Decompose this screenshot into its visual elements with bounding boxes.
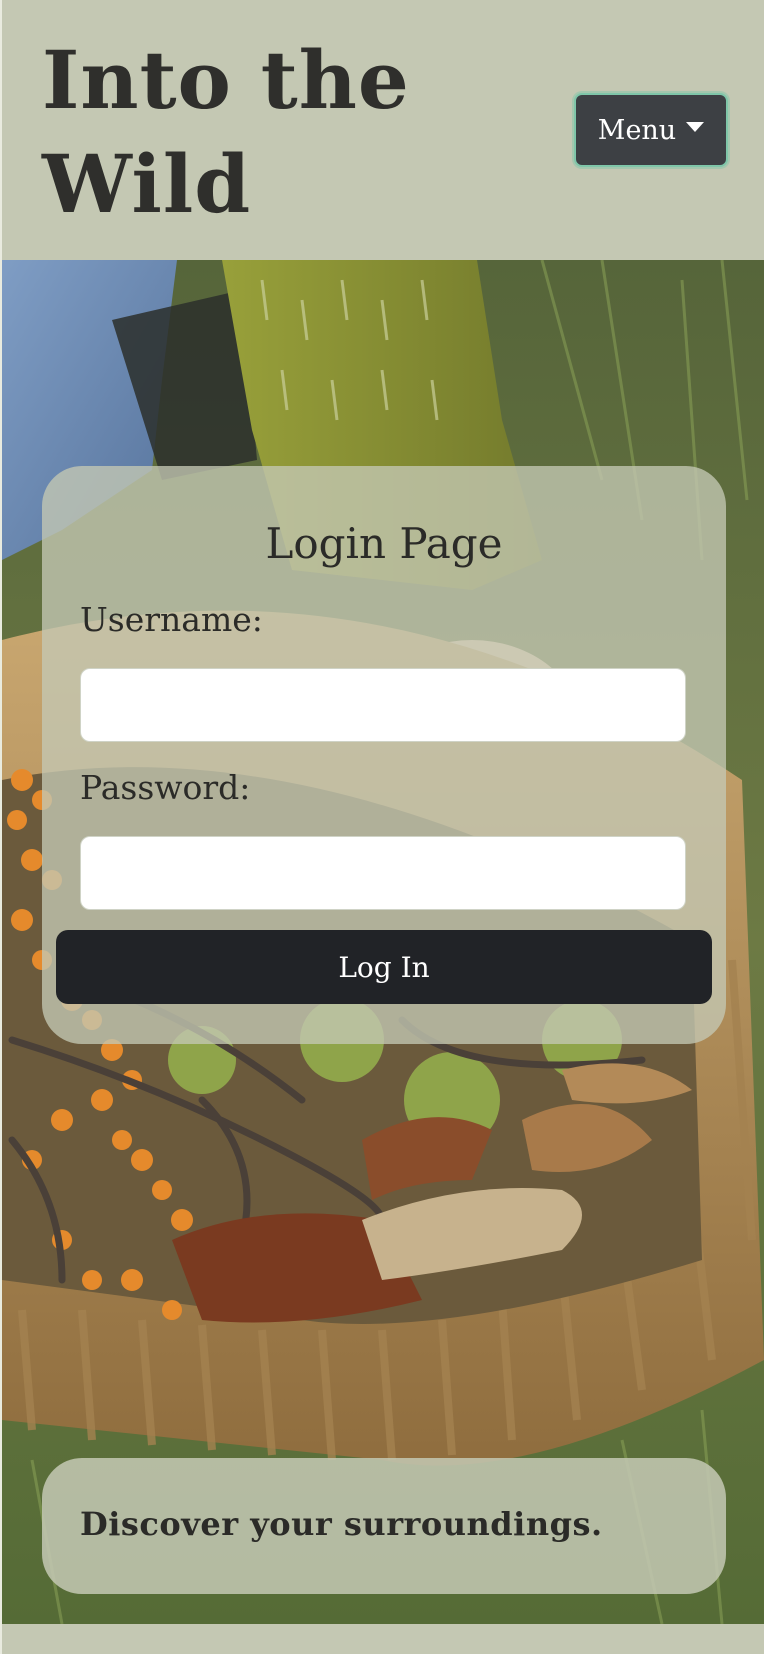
login-button[interactable]: Log In <box>56 930 712 1004</box>
login-heading: Login Page <box>265 519 503 568</box>
login-form: Login Page Username: Password: Log In <box>42 466 726 1044</box>
username-label: Username: <box>80 600 263 639</box>
menu-button-label: Menu <box>597 114 677 146</box>
site-title: Into the Wild <box>42 33 410 231</box>
tagline-text: Discover your surroundings. <box>80 1505 603 1543</box>
footer-strip <box>2 1624 764 1654</box>
site-header: Into the Wild Menu <box>2 0 764 260</box>
password-label: Password: <box>80 768 251 807</box>
caret-down-icon <box>686 122 705 132</box>
tagline-card: Discover your surroundings. <box>42 1458 726 1594</box>
menu-button[interactable]: Menu <box>574 93 728 167</box>
username-input[interactable] <box>80 668 686 742</box>
password-input[interactable] <box>80 836 686 910</box>
